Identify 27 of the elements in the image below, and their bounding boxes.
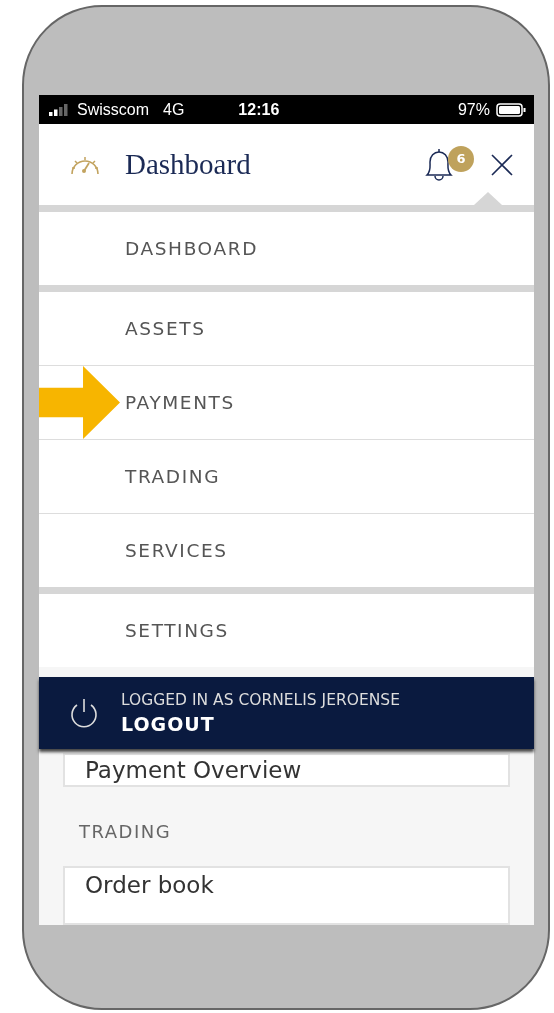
section-heading: TRADING [78, 820, 173, 845]
page-title: Dashboard [125, 148, 251, 181]
menu-row[interactable]: DASHBOARD [39, 212, 534, 285]
network-text: 4G [163, 100, 185, 119]
menu-item[interactable]: SERVICES [121, 514, 534, 587]
logged-in-text: LOGGED IN AS CORNELIS JEROENSE [121, 691, 400, 709]
carrier-text: Swisscom [77, 100, 149, 119]
menu-item[interactable]: SETTINGS [121, 594, 534, 667]
signal-icon [49, 103, 71, 116]
time-text: 12:16 [238, 100, 280, 119]
battery-icon [496, 102, 526, 117]
menu-item[interactable]: ASSETS [121, 292, 534, 365]
menu-row[interactable]: SETTINGS [39, 594, 534, 667]
battery-text: 97% [457, 100, 490, 119]
menu-item[interactable]: TRADING [121, 440, 534, 513]
bell-icon[interactable] [422, 146, 456, 183]
menu-row[interactable]: ASSETS [39, 292, 534, 366]
menu-card[interactable]: Payment Overview [63, 753, 510, 788]
close-icon[interactable] [490, 152, 514, 177]
menu-row[interactable]: TRADING [39, 440, 534, 514]
menu-row[interactable]: PAYMENTS [39, 366, 534, 440]
logout-button[interactable]: LOGOUT [121, 713, 400, 735]
menu-card[interactable]: Order book [63, 866, 510, 925]
menu-item[interactable]: DASHBOARD [121, 212, 534, 285]
menu-row[interactable]: SERVICES [39, 514, 534, 587]
notification-badge: 6 [448, 145, 474, 172]
menu-item[interactable]: PAYMENTS [121, 366, 534, 439]
